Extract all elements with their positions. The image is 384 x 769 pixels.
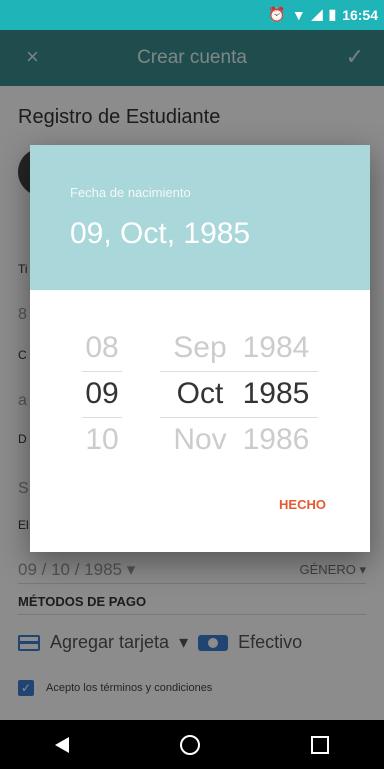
day-wheel[interactable]: 08 09 10 bbox=[80, 325, 124, 463]
status-time: 16:54 bbox=[342, 6, 378, 23]
day-option[interactable]: 08 bbox=[80, 325, 124, 371]
year-option-selected[interactable]: 1985 bbox=[228, 371, 324, 417]
alarm-icon: ⏰ bbox=[268, 6, 286, 22]
day-option[interactable]: 10 bbox=[80, 417, 124, 463]
dialog-header: Fecha de nacimiento 09, Oct, 1985 bbox=[30, 145, 370, 290]
dialog-label: Fecha de nacimiento bbox=[70, 185, 191, 200]
year-option[interactable]: 1984 bbox=[228, 325, 324, 371]
navigation-bar bbox=[0, 720, 384, 769]
done-button[interactable]: HECHO bbox=[279, 497, 326, 512]
home-icon[interactable] bbox=[179, 734, 200, 755]
date-picker-dialog: Fecha de nacimiento 09, Oct, 1985 08 09 … bbox=[30, 145, 370, 552]
recents-icon[interactable] bbox=[310, 735, 329, 754]
battery-icon: ▮ bbox=[328, 6, 337, 22]
year-wheel[interactable]: 1984 1985 1986 bbox=[228, 325, 324, 463]
wifi-icon: ▼ bbox=[291, 6, 306, 23]
back-icon[interactable] bbox=[55, 736, 70, 753]
status-icons: ⏰ ▼ ◢ ▮ 16:54 bbox=[268, 6, 378, 23]
day-option-selected[interactable]: 09 bbox=[80, 371, 124, 417]
status-bar: ⏰ ▼ ◢ ▮ 16:54 bbox=[0, 0, 384, 30]
selected-date: 09, Oct, 1985 bbox=[70, 217, 251, 250]
year-option[interactable]: 1986 bbox=[228, 417, 324, 463]
signal-icon: ◢ bbox=[311, 6, 323, 22]
date-picker: 08 09 10 Sep Oct Nov 1984 1985 1986 bbox=[30, 325, 370, 465]
